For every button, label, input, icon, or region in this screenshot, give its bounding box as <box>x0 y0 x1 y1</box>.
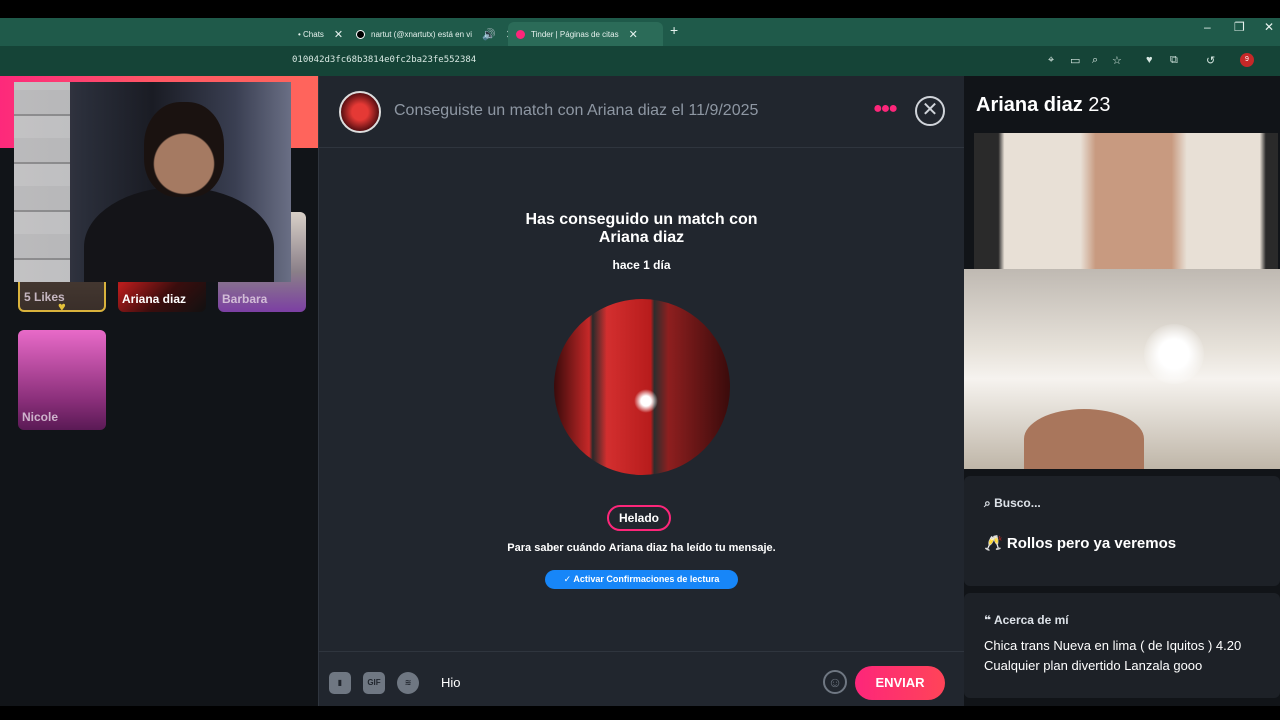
looking-for-section: ⌕ Busco... 🥂 Rollos pero ya veremos <box>964 476 1280 586</box>
match-name: Ariana diaz <box>122 292 187 306</box>
tab-label: • Chats <box>298 29 324 39</box>
read-info-suffix: ha leído tu mensaje. <box>670 542 776 554</box>
match-name: Ariana diaz <box>598 229 685 246</box>
champagne-icon: 🥂 <box>984 535 1003 552</box>
flash-glow <box>634 389 658 413</box>
message-input[interactable] <box>441 670 801 694</box>
extensions-icon[interactable]: ⧉ <box>1170 54 1178 67</box>
heart-icon: ♥ <box>58 299 66 312</box>
url-text[interactable]: 010042d3fc68b3814e0fc2ba23fe552384 <box>292 55 476 65</box>
new-tab-button[interactable]: + <box>670 22 678 38</box>
close-icon[interactable]: ✕ <box>334 28 343 41</box>
looking-for-value-text: Rollos pero ya veremos <box>1006 535 1177 552</box>
tinder-page: 5 5 Likes ♥ Ariana diaz Barbara Nicole C… <box>0 76 1280 706</box>
match-text-prefix: Has conseguido un match con <box>525 211 758 228</box>
profile-photo-1[interactable] <box>974 133 1278 269</box>
tab-tiktok[interactable]: nartut (@xnartutx) está en vi 🔊 ✕ <box>348 22 523 46</box>
wall-poster <box>14 82 70 282</box>
tab-tinder[interactable]: Tinder | Páginas de citas ✕ <box>508 22 663 46</box>
zoom-icon[interactable]: ⌕ <box>1092 54 1098 67</box>
interest-chip: Helado <box>607 505 672 531</box>
tab-label: nartut (@xnartutx) está en vi <box>371 29 473 39</box>
about-me-label: ❝ Acerca de mí <box>984 613 1069 627</box>
read-receipt-info: Para saber cuándo Ariana diaz ha leído t… <box>449 542 834 554</box>
match-avatar-small[interactable] <box>339 91 381 133</box>
about-me-section: ❝ Acerca de mí Chica trans Nueva en lima… <box>964 593 1280 698</box>
send-button[interactable]: ENVIAR <box>855 666 945 700</box>
match-card-nicole[interactable]: Nicole <box>18 330 106 430</box>
profile-photo-2[interactable] <box>964 269 1280 469</box>
profile-age: 23 <box>1088 94 1111 116</box>
contact-card-icon[interactable]: ▮ <box>329 672 351 694</box>
history-icon[interactable]: ↺ <box>1206 54 1215 67</box>
window-close-button[interactable]: ✕ <box>1264 20 1274 34</box>
match-time: hace 1 día <box>612 258 671 272</box>
looking-for-label: ⌕ Busco... <box>984 496 1041 511</box>
chat-panel: Conseguiste un match con Ariana diaz el … <box>318 76 965 706</box>
spotify-icon[interactable]: ≋ <box>397 672 419 694</box>
more-options-icon[interactable]: ●●● <box>873 100 898 118</box>
looking-for-value: 🥂 Rollos pero ya veremos <box>984 534 1176 552</box>
extension-heart-icon[interactable]: ♥ <box>1146 54 1153 66</box>
streamer-head <box>144 102 224 197</box>
match-name: Barbara <box>222 292 268 306</box>
close-chat-button[interactable]: ✕ <box>915 96 945 126</box>
webcam-overlay <box>14 82 291 282</box>
match-header-title: Conseguiste un match con Ariana diaz el … <box>394 102 759 119</box>
restore-button[interactable]: ❐ <box>1234 20 1245 34</box>
profile-avatar[interactable]: 9 <box>1240 53 1254 67</box>
quote-icon: ❝ <box>984 613 992 627</box>
emoji-icon[interactable]: ☺ <box>823 670 847 694</box>
gif-button[interactable]: GIF <box>363 672 385 694</box>
address-bar[interactable]: 010042d3fc68b3814e0fc2ba23fe552384 ⌖ ▭ ⌕… <box>0 46 1280 76</box>
bookmark-star-icon[interactable]: ☆ <box>1112 54 1122 67</box>
lamp-glow <box>1144 324 1204 384</box>
cast-icon[interactable]: ▭ <box>1070 54 1080 67</box>
about-me-text: Chica trans Nueva en lima ( de Iquitos )… <box>984 638 1242 673</box>
activate-read-receipts-button[interactable]: ✓ Activar Confirmaciones de lectura <box>545 570 738 589</box>
close-icon[interactable]: ✕ <box>629 28 638 41</box>
browser-tabbar: • Chats ✕ nartut (@xnartutx) está en vi … <box>0 18 1280 46</box>
photo-subject <box>1024 409 1144 469</box>
streamer-body <box>84 187 274 282</box>
read-info-prefix: Para saber cuándo <box>507 542 606 554</box>
looking-for-label-text: Busco... <box>994 496 1041 510</box>
profile-name-text: Ariana diaz <box>976 94 1083 116</box>
chat-header: Conseguiste un match con Ariana diaz el … <box>319 76 965 148</box>
profile-name: Ariana diaz 23 <box>976 94 1111 117</box>
about-me-label-text: Acerca de mí <box>993 613 1069 627</box>
minimize-button[interactable]: – <box>1204 20 1211 34</box>
match-avatar-large[interactable] <box>554 299 730 475</box>
profile-panel: Ariana diaz 23 ⌕ Busco... 🥂 Rollos pero … <box>964 76 1280 706</box>
tinder-icon <box>516 29 525 39</box>
tiktok-icon <box>356 29 365 39</box>
location-icon[interactable]: ⌖ <box>1048 54 1054 67</box>
tab-label: Tinder | Páginas de citas <box>531 29 619 39</box>
match-name: Nicole <box>22 410 59 424</box>
match-announcement: Has conseguido un match con Ariana diaz <box>499 211 784 247</box>
tab-chats[interactable]: • Chats ✕ <box>290 22 351 46</box>
speaker-icon[interactable]: 🔊 <box>482 28 496 41</box>
read-info-name: Ariana diaz <box>608 542 668 554</box>
search-icon: ⌕ <box>984 496 991 510</box>
message-composer: ▮ GIF ≋ ☺ ENVIAR <box>319 651 965 706</box>
